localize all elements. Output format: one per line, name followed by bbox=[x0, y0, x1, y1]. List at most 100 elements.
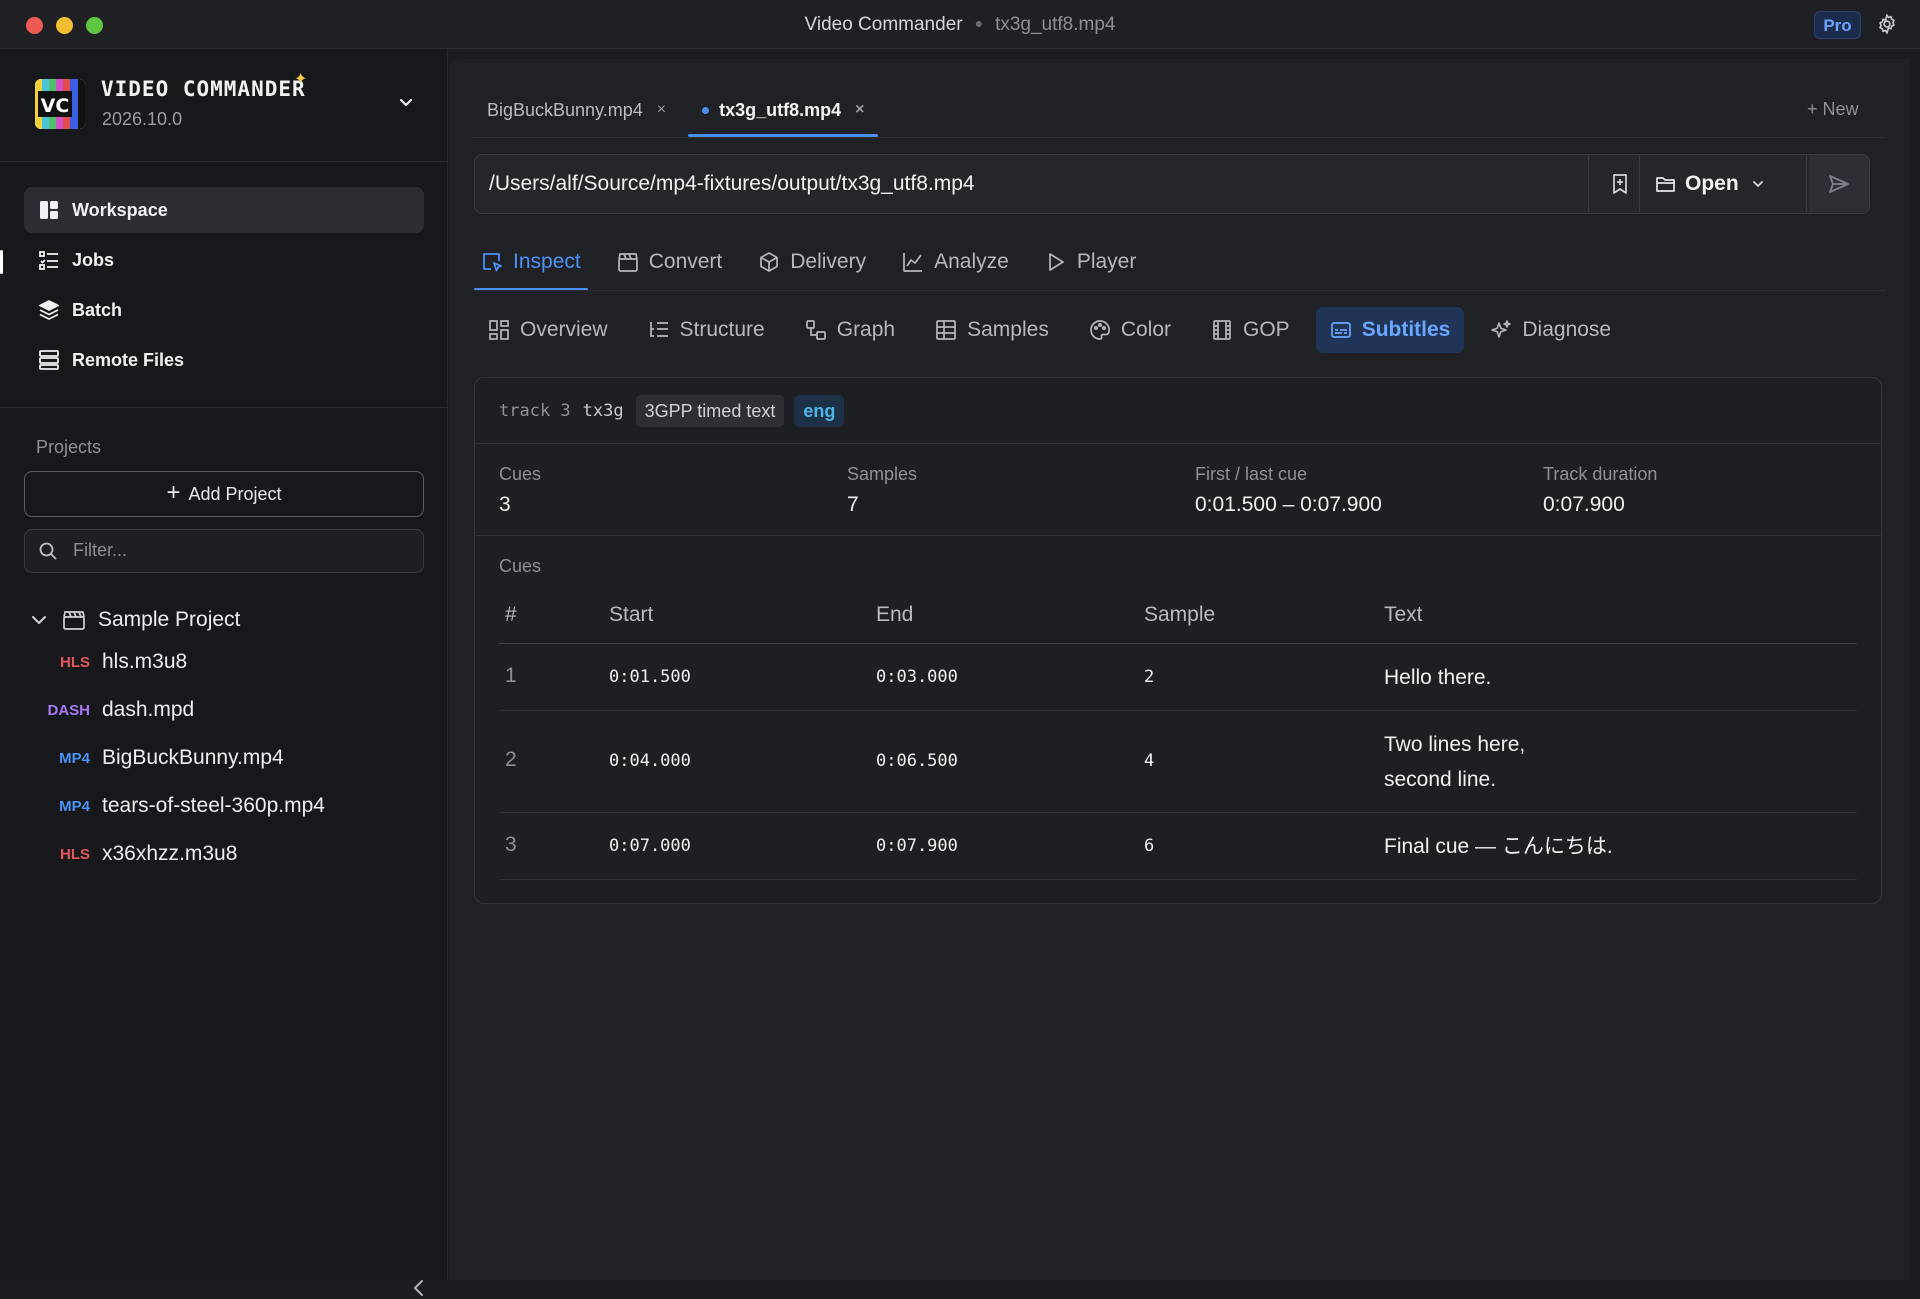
sparkle-icon: ✦ bbox=[294, 71, 308, 88]
file-type-badge: MP4 bbox=[59, 797, 90, 815]
play-icon bbox=[1048, 253, 1064, 271]
tab-analyze[interactable]: Analyze bbox=[895, 234, 1016, 290]
subtab-label: GOP bbox=[1243, 318, 1290, 341]
project-file-item[interactable]: HLS x36xhzz.m3u8 bbox=[0, 837, 440, 871]
project-file-item[interactable]: MP4 BigBuckBunny.mp4 bbox=[0, 741, 440, 775]
project-file-item[interactable]: MP4 tears-of-steel-360p.mp4 bbox=[0, 789, 440, 823]
bookmark-icon[interactable] bbox=[1609, 173, 1631, 195]
modified-dot-icon bbox=[702, 106, 710, 114]
subtab-structure[interactable]: Structure bbox=[634, 307, 779, 353]
subtitle-track-card: track 3 tx3g 3GPP timed text eng Cues 3 … bbox=[474, 377, 1882, 904]
chevron-down-icon[interactable] bbox=[30, 611, 48, 629]
language-badge: eng bbox=[794, 394, 845, 427]
plus-icon: + bbox=[166, 479, 181, 506]
file-name: BigBuckBunny.mp4 bbox=[102, 746, 284, 769]
file-type-badge: HLS bbox=[60, 653, 90, 671]
collapse-sidebar-icon[interactable] bbox=[408, 1277, 430, 1299]
sidebar-item-batch[interactable]: Batch bbox=[24, 287, 424, 333]
title-bar: Video Commander ● tx3g_utf8.mp4 Pro bbox=[0, 0, 1920, 49]
table-icon bbox=[936, 320, 956, 340]
filter-input[interactable] bbox=[73, 530, 413, 571]
subtab-gop[interactable]: GOP bbox=[1197, 307, 1304, 353]
column-header[interactable]: # bbox=[505, 603, 517, 627]
tab-player[interactable]: Player bbox=[1038, 234, 1144, 290]
cue-text: Final cue — こんにちは. bbox=[1384, 835, 1613, 858]
subtab-subtitles[interactable]: Subtitles bbox=[1315, 307, 1465, 353]
subtab-label: Graph bbox=[836, 318, 896, 341]
stat-samples: Samples 7 bbox=[847, 464, 917, 517]
cue-end: 0:06.500 bbox=[876, 751, 958, 771]
file-type-badge: MP4 bbox=[59, 749, 90, 767]
tab-convert[interactable]: Convert bbox=[610, 234, 730, 290]
column-header[interactable]: Sample bbox=[1144, 603, 1215, 627]
window-title-file: tx3g_utf8.mp4 bbox=[995, 14, 1116, 35]
mode-tabs-divider bbox=[474, 290, 1886, 291]
close-tab-icon[interactable]: × bbox=[855, 101, 864, 119]
search-icon bbox=[39, 542, 57, 560]
subtab-label: Diagnose bbox=[1522, 318, 1612, 341]
project-file-item[interactable]: DASH dash.mpd bbox=[0, 693, 440, 727]
pro-badge[interactable]: Pro bbox=[1814, 11, 1861, 39]
chevron-down-icon[interactable] bbox=[397, 93, 415, 111]
tab-label: Analyze bbox=[934, 250, 1009, 273]
stat-label: Samples bbox=[847, 464, 918, 484]
project-tree-root[interactable]: Sample Project bbox=[30, 605, 240, 635]
tab-inspect[interactable]: Inspect bbox=[474, 234, 588, 291]
table-row[interactable]: 1 0:01.500 0:03.000 2 Hello there. bbox=[499, 644, 1857, 711]
gear-icon[interactable] bbox=[1876, 13, 1898, 35]
subtab-color[interactable]: Color bbox=[1075, 307, 1185, 353]
close-tab-icon[interactable]: × bbox=[657, 101, 666, 119]
table-row[interactable]: 3 0:07.000 0:07.900 6 Final cue — こんにちは. bbox=[499, 813, 1857, 880]
cue-end: 0:07.900 bbox=[876, 836, 958, 856]
sidebar-item-remote-files[interactable]: Remote Files bbox=[24, 337, 424, 383]
table-row[interactable]: 2 0:04.000 0:06.500 4 Two lines here, se… bbox=[499, 711, 1857, 813]
package-icon bbox=[760, 252, 779, 272]
project-file-item[interactable]: HLS hls.m3u8 bbox=[0, 645, 440, 679]
sidebar-item-workspace[interactable]: Workspace bbox=[24, 187, 424, 233]
cue-sample: 6 bbox=[1144, 836, 1155, 856]
add-project-button[interactable]: + Add Project bbox=[24, 471, 424, 517]
file-tab-label: tx3g_utf8.mp4 bbox=[719, 99, 842, 120]
main-area: BigBuckBunny.mp4 × tx3g_utf8.mp4 × + New bbox=[449, 49, 1920, 1280]
subtab-diagnose[interactable]: Diagnose bbox=[1476, 307, 1625, 353]
open-button[interactable]: Open bbox=[1655, 155, 1773, 212]
path-bar-divider bbox=[1588, 155, 1589, 212]
subtab-samples[interactable]: Samples bbox=[921, 307, 1063, 353]
project-filter bbox=[24, 529, 424, 573]
file-tab-active[interactable]: tx3g_utf8.mp4 × bbox=[688, 85, 879, 137]
sidebar-item-jobs[interactable]: Jobs bbox=[24, 237, 424, 283]
sidebar-divider bbox=[0, 407, 448, 408]
path-input[interactable] bbox=[489, 155, 1579, 212]
table-header-row: # Start End Sample Text bbox=[499, 586, 1857, 644]
brand-version: 2026.10.0 bbox=[102, 109, 183, 129]
stat-value: 0:07.900 bbox=[1543, 493, 1625, 516]
file-name: x36xhzz.m3u8 bbox=[102, 842, 238, 865]
cue-number: 2 bbox=[505, 748, 517, 771]
file-tab[interactable]: BigBuckBunny.mp4 × bbox=[473, 85, 680, 135]
column-header[interactable]: Text bbox=[1384, 603, 1423, 627]
subtab-overview[interactable]: Overview bbox=[474, 307, 622, 353]
app-logo: VC bbox=[35, 79, 85, 129]
film-icon bbox=[1213, 320, 1231, 340]
cue-start: 0:04.000 bbox=[609, 751, 691, 771]
brand-header[interactable]: VC VIDEO COMMANDER ✦ 2026.10.0 bbox=[0, 49, 448, 162]
format-badge: 3GPP timed text bbox=[635, 394, 785, 427]
subtab-label: Structure bbox=[679, 318, 765, 341]
column-header[interactable]: End bbox=[876, 603, 913, 627]
column-header[interactable]: Start bbox=[609, 603, 653, 627]
stat-value: 3 bbox=[499, 493, 511, 516]
send-button[interactable] bbox=[1809, 155, 1869, 212]
app-window: Video Commander ● tx3g_utf8.mp4 Pro VC VID… bbox=[0, 0, 1920, 1296]
new-tab-button[interactable]: + New bbox=[1807, 99, 1859, 120]
cue-number: 1 bbox=[505, 664, 517, 687]
graph-icon bbox=[805, 320, 826, 340]
subtab-graph[interactable]: Graph bbox=[791, 307, 909, 353]
document-panel: BigBuckBunny.mp4 × tx3g_utf8.mp4 × + New bbox=[449, 59, 1909, 1280]
track-id: track 3 bbox=[499, 400, 571, 421]
tab-delivery[interactable]: Delivery bbox=[751, 234, 873, 290]
file-type-badge: HLS bbox=[60, 845, 90, 863]
stat-cues: Cues 3 bbox=[499, 464, 541, 517]
file-type-badge: DASH bbox=[47, 701, 90, 719]
file-name: tears-of-steel-360p.mp4 bbox=[102, 794, 325, 817]
project-name: Sample Project bbox=[98, 608, 241, 631]
